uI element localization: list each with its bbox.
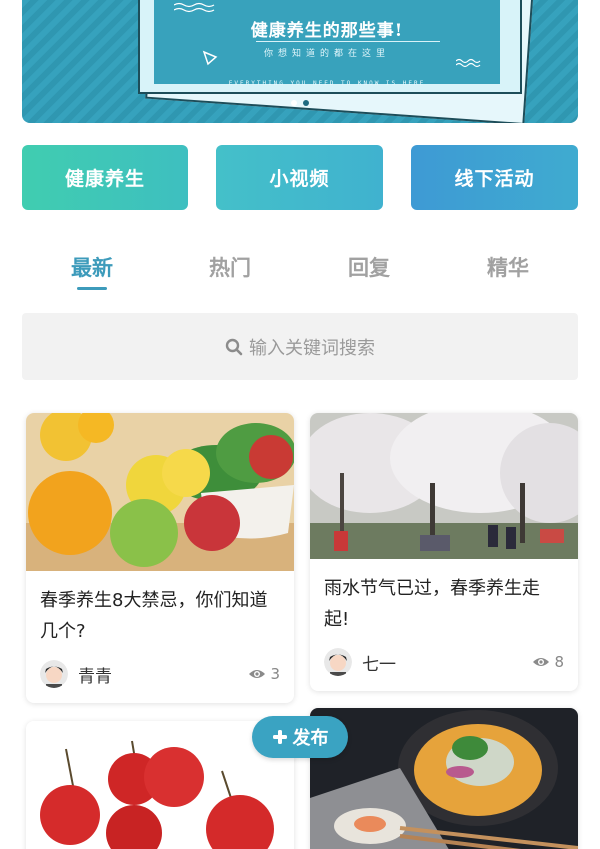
carousel-dots	[22, 100, 578, 106]
category-video-button[interactable]: 小视频	[216, 145, 383, 210]
tab-replies[interactable]: 回复	[339, 252, 399, 282]
author-name[interactable]: 青青	[78, 662, 248, 687]
carousel-dot[interactable]	[303, 100, 309, 106]
post-card[interactable]: 雨水节气已过，春季养生走起! 七一 8	[310, 413, 578, 691]
post-meta: 七一 8	[324, 647, 564, 677]
view-count: 3	[248, 665, 280, 683]
eye-icon	[533, 658, 550, 666]
avatar-icon	[324, 648, 352, 676]
search-placeholder: 输入关键词搜索	[249, 337, 375, 359]
post-card[interactable]	[310, 708, 578, 849]
banner-caption: EVERYTHING YOU NEED TO KNOW IS HERE	[228, 80, 426, 87]
view-count: 8	[532, 653, 564, 671]
tab-featured[interactable]: 精华	[478, 252, 538, 282]
search-input[interactable]: 输入关键词搜索	[22, 313, 578, 380]
post-meta: 青青 3	[40, 659, 280, 689]
search-icon	[225, 338, 243, 355]
plus-icon	[272, 730, 287, 744]
noodle-soup-image	[310, 708, 578, 849]
avatar[interactable]	[324, 648, 352, 676]
category-events-button[interactable]: 线下活动	[411, 145, 578, 210]
eye-icon	[249, 670, 266, 678]
author-name[interactable]: 七一	[362, 650, 532, 675]
triangle-icon	[202, 50, 218, 66]
post-card[interactable]: 春季养生8大禁忌，你们知道几个? 青青 3	[26, 413, 294, 703]
carousel-dot-active[interactable]	[291, 100, 297, 106]
tab-hot[interactable]: 热门	[200, 252, 260, 282]
banner-card-inner: 健康养生的那些事! 你想知道的都在这里 EVERYTHING YOU NEED …	[154, 0, 500, 87]
view-count-value: 3	[270, 665, 280, 683]
cherry-blossom-park-image	[310, 413, 578, 559]
tab-bar: 最新 热门 回复 精华	[22, 244, 578, 294]
tab-active-indicator	[77, 287, 107, 290]
post-button-label: 发布	[292, 728, 329, 749]
post-button[interactable]: 发布	[252, 716, 348, 758]
banner-carousel[interactable]: 健康养生的那些事! 你想知道的都在这里 EVERYTHING YOU NEED …	[22, 0, 578, 123]
tab-latest[interactable]: 最新	[62, 252, 122, 282]
banner-card: 健康养生的那些事! 你想知道的都在这里 EVERYTHING YOU NEED …	[138, 0, 522, 94]
avatar-icon	[40, 660, 68, 688]
post-title[interactable]: 春季养生8大禁忌，你们知道几个?	[40, 585, 280, 647]
avatar[interactable]	[40, 660, 68, 688]
view-count-value: 8	[554, 653, 564, 671]
fruit-basket-image	[26, 413, 294, 571]
banner-title: 健康养生的那些事!	[250, 21, 404, 41]
wave-icon	[174, 2, 215, 13]
post-title[interactable]: 雨水节气已过，春季养生走起!	[324, 573, 564, 635]
category-health-button[interactable]: 健康养生	[22, 145, 188, 210]
wave-icon	[456, 58, 481, 68]
banner-divider	[256, 41, 440, 42]
